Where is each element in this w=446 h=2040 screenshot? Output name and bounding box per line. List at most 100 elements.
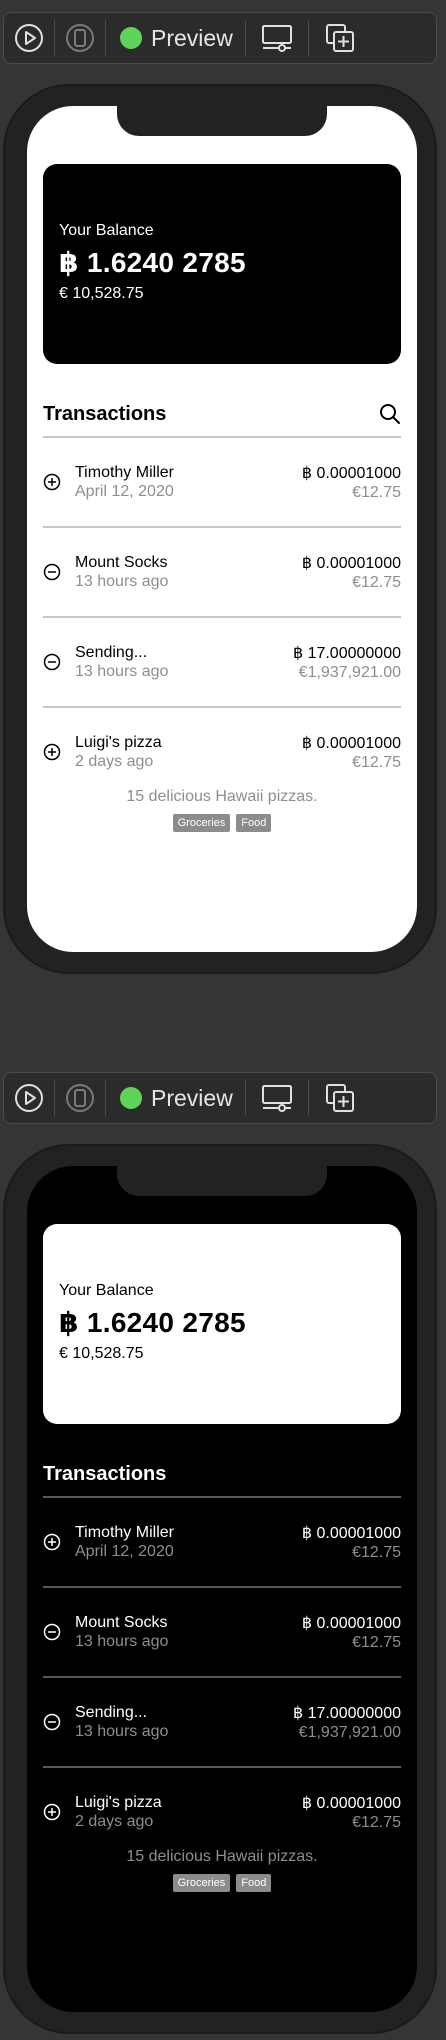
- device-frame-dark: Your Balance ฿ 1.6240 2785 € 10,528.75 T…: [3, 1144, 437, 2034]
- transaction-eur: €1,937,921.00: [298, 663, 401, 681]
- transaction-btc: ฿ 0.00001000: [301, 554, 401, 572]
- minus-circle-icon: [43, 1713, 73, 1731]
- transactions-header: Transactions: [43, 394, 401, 434]
- minus-circle-icon: [43, 1623, 73, 1641]
- minus-circle-icon: [43, 653, 73, 671]
- plus-circle-icon: [43, 1803, 73, 1821]
- transaction-row[interactable]: Mount Socks 13 hours ago ฿ 0.00001000 €1…: [43, 528, 401, 616]
- transaction-btc: ฿ 0.00001000: [301, 734, 401, 752]
- display-settings-button[interactable]: [246, 12, 308, 64]
- preview-status-dot: [120, 1087, 142, 1109]
- transaction-row[interactable]: Sending... 13 hours ago ฿ 17.00000000 €1…: [43, 618, 401, 706]
- balance-fiat: € 10,528.75: [59, 285, 144, 302]
- play-icon: [15, 1084, 43, 1112]
- transaction-row[interactable]: Mount Socks 13 hours ago ฿ 0.00001000 €1…: [43, 1588, 401, 1676]
- transaction-eur: €12.75: [352, 753, 401, 771]
- transaction-time: 2 days ago: [75, 752, 154, 770]
- canvas-toolbar-bottom: Preview: [3, 1072, 437, 1124]
- plus-circle-icon: [43, 743, 73, 761]
- transaction-name: Luigi's pizza: [75, 1793, 162, 1811]
- device-icon: [66, 1084, 94, 1112]
- play-icon: [15, 24, 43, 52]
- transaction-row[interactable]: Timothy Miller April 12, 2020 ฿ 0.000010…: [43, 1498, 401, 1586]
- device-frame-light: Your Balance ฿ 1.6240 2785 € 10,528.75 T…: [3, 84, 437, 974]
- transaction-tags: Groceries Food: [43, 814, 401, 832]
- transaction-row[interactable]: Sending... 13 hours ago ฿ 17.00000000 €1…: [43, 1678, 401, 1766]
- balance-label: Your Balance: [59, 1282, 154, 1299]
- transaction-row[interactable]: Timothy Miller April 12, 2020 ฿ 0.000010…: [43, 438, 401, 526]
- transaction-eur: €12.75: [352, 1633, 401, 1651]
- balance-btc: ฿ 1.6240 2785: [59, 247, 246, 278]
- transactions-header: Transactions: [43, 1454, 401, 1494]
- transaction-time: 13 hours ago: [75, 572, 169, 590]
- device-screen-light: Your Balance ฿ 1.6240 2785 € 10,528.75 T…: [27, 106, 417, 952]
- balance-card: Your Balance ฿ 1.6240 2785 € 10,528.75: [43, 1224, 401, 1424]
- preview-status-dot: [120, 27, 142, 49]
- transaction-name: Mount Socks: [75, 553, 168, 571]
- preview-toggle[interactable]: Preview: [106, 12, 245, 64]
- transaction-eur: €12.75: [352, 1813, 401, 1831]
- transaction-row[interactable]: Luigi's pizza 2 days ago ฿ 0.00001000 €1…: [43, 1768, 401, 1856]
- transaction-btc: ฿ 0.00001000: [301, 1524, 401, 1542]
- transaction-note: 15 delicious Hawaii pizzas.: [126, 1848, 318, 1865]
- transaction-time: 13 hours ago: [75, 1722, 169, 1740]
- transaction-note: 15 delicious Hawaii pizzas.: [126, 788, 318, 805]
- transactions-title: Transactions: [43, 1462, 167, 1485]
- live-preview-button[interactable]: [4, 12, 54, 64]
- transactions-list: Timothy Miller April 12, 2020 ฿ 0.000010…: [43, 436, 401, 832]
- display-settings-icon: [261, 25, 292, 52]
- minus-circle-icon: [43, 563, 73, 581]
- duplicate-icon: [325, 24, 354, 52]
- transaction-time: April 12, 2020: [75, 482, 174, 500]
- tag-groceries: Groceries: [172, 1874, 231, 1892]
- transaction-btc: ฿ 0.00001000: [301, 464, 401, 482]
- device-icon: [66, 24, 94, 52]
- transaction-eur: €12.75: [352, 573, 401, 591]
- duplicate-preview-button[interactable]: [309, 12, 371, 64]
- transaction-btc: ฿ 0.00001000: [301, 1794, 401, 1812]
- transaction-name: Sending...: [75, 1703, 148, 1721]
- plus-circle-icon: [43, 1533, 73, 1551]
- balance-fiat: € 10,528.75: [59, 1345, 144, 1362]
- transaction-eur: €12.75: [352, 1543, 401, 1561]
- device-notch: [117, 106, 327, 136]
- balance-btc: ฿ 1.6240 2785: [59, 1307, 246, 1338]
- device-screen-dark: Your Balance ฿ 1.6240 2785 € 10,528.75 T…: [27, 1166, 417, 2012]
- transactions-list: Timothy Miller April 12, 2020 ฿ 0.000010…: [43, 1496, 401, 1892]
- transactions-title: Transactions: [43, 402, 167, 425]
- preview-label: Preview: [151, 1084, 233, 1111]
- device-notch: [117, 1166, 327, 1196]
- preview-toggle[interactable]: Preview: [106, 1072, 245, 1124]
- tag-groceries: Groceries: [172, 814, 231, 832]
- transaction-btc: ฿ 17.00000000: [292, 1704, 401, 1722]
- transaction-time: 13 hours ago: [75, 662, 169, 680]
- preview-label: Preview: [151, 24, 233, 51]
- transaction-time: 13 hours ago: [75, 1632, 169, 1650]
- duplicate-icon: [325, 1084, 354, 1112]
- transaction-name: Timothy Miller: [75, 1523, 174, 1541]
- tag-food: Food: [236, 814, 272, 832]
- plus-circle-icon: [43, 473, 73, 491]
- tag-food: Food: [236, 1874, 272, 1892]
- transaction-btc: ฿ 17.00000000: [292, 644, 401, 662]
- transaction-name: Timothy Miller: [75, 463, 174, 481]
- display-settings-icon: [261, 1085, 292, 1112]
- transaction-name: Sending...: [75, 643, 148, 661]
- transaction-name: Luigi's pizza: [75, 733, 162, 751]
- balance-label: Your Balance: [59, 222, 154, 239]
- transaction-row[interactable]: Luigi's pizza 2 days ago ฿ 0.00001000 €1…: [43, 708, 401, 796]
- canvas-toolbar-top: Preview: [3, 12, 437, 64]
- transaction-name: Mount Socks: [75, 1613, 168, 1631]
- transaction-time: April 12, 2020: [75, 1542, 174, 1560]
- transaction-tags: Groceries Food: [43, 1874, 401, 1892]
- transaction-eur: €12.75: [352, 483, 401, 501]
- transaction-btc: ฿ 0.00001000: [301, 1614, 401, 1632]
- device-button[interactable]: [55, 12, 105, 64]
- live-preview-button[interactable]: [4, 1072, 54, 1124]
- transaction-time: 2 days ago: [75, 1812, 154, 1830]
- device-button[interactable]: [55, 1072, 105, 1124]
- balance-card: Your Balance ฿ 1.6240 2785 € 10,528.75: [43, 164, 401, 364]
- display-settings-button[interactable]: [246, 1072, 308, 1124]
- duplicate-preview-button[interactable]: [309, 1072, 371, 1124]
- search-icon[interactable]: [379, 403, 401, 425]
